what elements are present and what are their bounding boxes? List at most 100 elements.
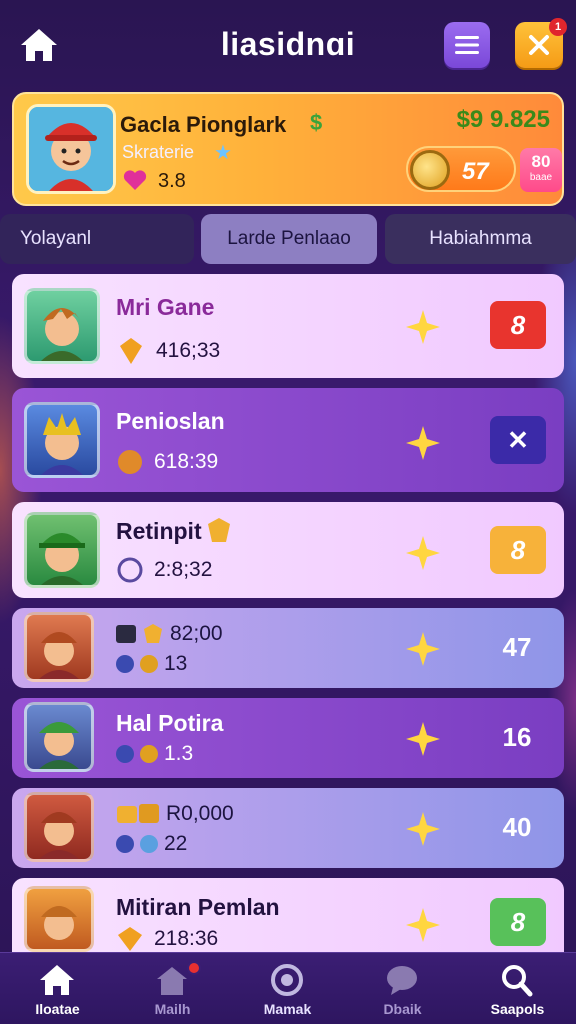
home-icon — [21, 29, 57, 61]
search-icon — [502, 965, 533, 997]
currency-icon: $ — [310, 110, 323, 135]
sparkle-icon — [406, 426, 440, 460]
row-title: Hal Potira — [116, 710, 224, 736]
close-button[interactable]: 1 — [515, 18, 567, 68]
menu-button[interactable] — [444, 22, 490, 68]
shield-icon — [118, 927, 142, 951]
row-title: 82;00 — [170, 622, 223, 645]
row-score: 47 — [502, 632, 532, 662]
nav-label: Mailh — [154, 1001, 191, 1017]
row-stat: 22 — [116, 832, 187, 856]
close-icon — [529, 35, 549, 55]
row-score: 40 — [502, 812, 532, 842]
sparkle-icon — [406, 908, 440, 942]
nav-item-home[interactable]: Iloatae — [0, 953, 115, 1024]
star-icon: ★ — [214, 142, 232, 164]
gem-icon — [116, 835, 134, 853]
list-item[interactable]: Retinpit 2:8;32 8 — [12, 502, 564, 598]
nav-item-search[interactable]: Saapols — [460, 953, 575, 1024]
hamburger-icon — [455, 36, 479, 54]
sparkle-icon — [406, 632, 440, 666]
player-thumbnail — [24, 792, 94, 862]
crystal-icon — [140, 835, 158, 853]
tab-first[interactable]: Yolayanl — [0, 214, 194, 264]
coin-icon — [140, 655, 158, 673]
action-button[interactable]: 8 — [490, 301, 546, 349]
moon-icon — [117, 557, 143, 583]
row-value: 22 — [164, 832, 188, 855]
row-title: Mri Gane — [116, 294, 215, 320]
shield-icon — [144, 624, 162, 643]
row-value: 416;33 — [156, 339, 221, 362]
row-heading: R0,000 — [116, 802, 234, 826]
player-profile-card[interactable]: Gacla Pionglark $ Skraterie ★ 3.8 $9 9.8… — [12, 92, 564, 206]
player-thumbnail — [24, 288, 100, 364]
row-value: 218:36 — [154, 927, 219, 950]
action-button[interactable]: 8 — [490, 898, 546, 946]
shield-icon — [208, 518, 230, 542]
row-stat: 2:8;32 — [116, 556, 212, 584]
nav-item-match[interactable]: Mailh — [115, 953, 230, 1024]
target-icon — [271, 964, 303, 996]
decline-button[interactable]: ✕ — [490, 416, 546, 464]
nav-label: Saapols — [490, 1001, 545, 1017]
chat-icon — [387, 966, 417, 995]
row-value: 1.3 — [164, 742, 194, 765]
action-button[interactable]: 8 — [490, 526, 546, 574]
row-title: Mitiran Pemlan — [116, 894, 280, 920]
page-title: liasidnɑi — [220, 26, 356, 62]
list-item[interactable]: R0,000 22 40 — [12, 788, 564, 868]
nav-label: Iloatae — [35, 1001, 80, 1017]
house-icon — [157, 967, 187, 995]
coin-balance: $9 9.825 — [456, 106, 550, 133]
shield-icon — [120, 338, 142, 364]
nav-label: Mamak — [263, 1001, 312, 1017]
tab-second-active[interactable]: Larde Penlaao — [201, 214, 377, 264]
home-icon — [40, 965, 74, 995]
bonus-label: baae — [529, 172, 553, 183]
notification-badge: 1 — [549, 18, 567, 36]
sparkle-icon — [406, 536, 440, 570]
row-stat: 13 — [116, 652, 187, 676]
row-stat: 416;33 — [116, 336, 220, 366]
sparkle-icon — [406, 310, 440, 344]
list-item[interactable]: Penioslan 618:39 ✕ — [12, 388, 564, 492]
trophy-icon — [117, 804, 159, 823]
bonus-badge[interactable]: 80 baae — [520, 148, 562, 192]
gem-icon — [116, 745, 134, 763]
home-button[interactable] — [16, 22, 62, 68]
row-heading: 82;00 — [116, 622, 223, 646]
row-value: 2:8;32 — [154, 558, 213, 581]
list-item[interactable]: Mitiran Pemlan 218:36 8 — [12, 878, 564, 952]
row-title: R0,000 — [166, 802, 234, 825]
sparkle-icon — [406, 722, 440, 756]
sparkle-icon — [406, 812, 440, 846]
row-title: Retinpit — [116, 518, 202, 544]
chest-icon — [116, 625, 136, 643]
list-item[interactable]: Mri Gane 416;33 8 — [12, 274, 564, 378]
player-subtitle: Skraterie — [122, 142, 195, 162]
player-thumbnail — [24, 886, 94, 952]
nav-label: Dbaik — [383, 1001, 422, 1017]
gem-icon — [116, 655, 134, 673]
row-stat: 218:36 — [116, 926, 218, 952]
list-item[interactable]: 82;00 13 47 — [12, 608, 564, 688]
notification-dot — [187, 961, 201, 975]
list-item[interactable]: Hal Potira 1.3 16 — [12, 698, 564, 778]
heart-icon — [123, 170, 147, 190]
bottom-navigation: Iloatae Mailh Mamak Dbaik Saapols — [0, 952, 576, 1024]
player-thumbnail — [24, 702, 94, 772]
row-value: 13 — [164, 652, 188, 675]
coin-icon — [140, 745, 158, 763]
coin-icon — [410, 150, 450, 190]
bonus-number: 80 — [531, 152, 551, 171]
player-thumbnail — [24, 402, 100, 478]
tab-third[interactable]: Habiahmma — [385, 214, 576, 264]
coin-counter[interactable]: 57 — [406, 146, 516, 192]
nav-item-market[interactable]: Mamak — [230, 953, 345, 1024]
nav-item-chat[interactable]: Dbaik — [345, 953, 460, 1024]
row-stat: 618:39 — [116, 448, 218, 476]
coin-count: 57 — [462, 158, 489, 185]
top-bar: liasidnɑi 1 — [0, 0, 576, 86]
row-stat: 1.3 — [116, 742, 193, 766]
